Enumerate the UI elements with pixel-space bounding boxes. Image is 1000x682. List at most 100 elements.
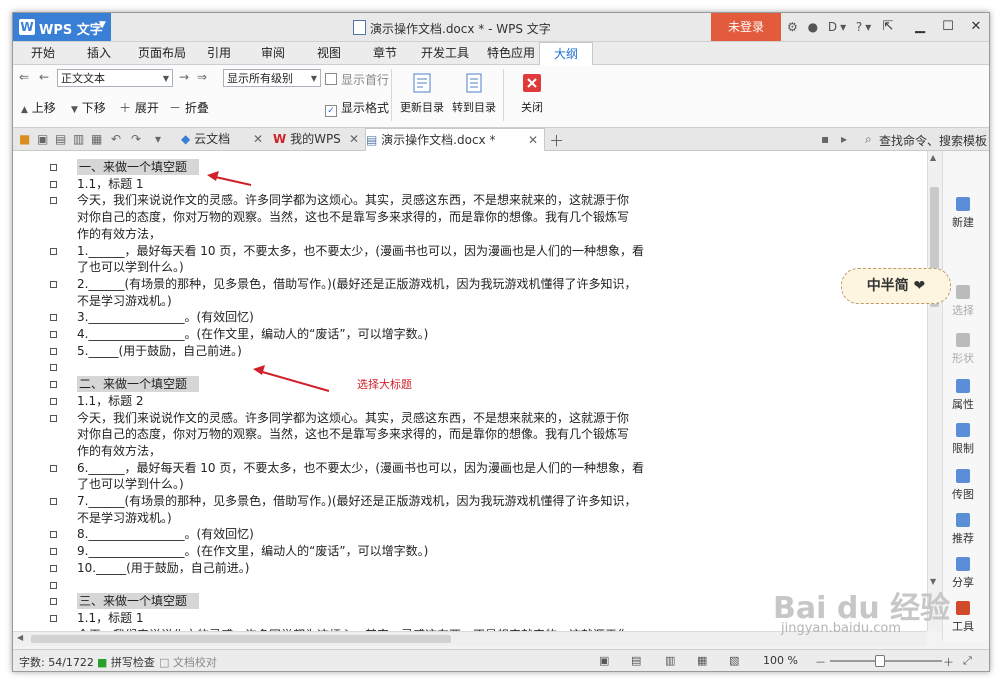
vertical-scrollbar[interactable]: ▲ ▼ (927, 151, 942, 631)
move-down-label: 下移 (81, 101, 106, 115)
side-new-label: 新建 (952, 216, 974, 229)
comment-icon[interactable]: ▪ (821, 132, 829, 146)
annotation-text: 选择大标题 (357, 378, 412, 391)
recommend-icon (956, 513, 970, 527)
word-count[interactable]: 字数: 54/1722 (19, 654, 94, 670)
promote-icon[interactable]: ← (39, 70, 49, 84)
new-file-icon (956, 197, 970, 211)
view-outline-icon[interactable]: ▥ (665, 654, 675, 667)
show-level-select[interactable]: 显示所有级别 ▼ (223, 69, 321, 87)
update-toc-label: 更新目录 (400, 101, 444, 114)
tab-current-document[interactable]: ▤ 演示操作文档.docx * ✕ (365, 128, 545, 151)
maximize-button[interactable]: ☐ (935, 13, 961, 41)
zoom-slider-knob[interactable] (875, 655, 885, 667)
menu-developer[interactable]: 开发工具 (417, 42, 473, 64)
side-new[interactable]: 新建 (943, 197, 983, 230)
app-name: WPS 文字 (39, 23, 103, 38)
goto-toc-label: 转到目录 (452, 101, 496, 114)
close-tab-icon[interactable]: ✕ (253, 128, 263, 150)
redo-icon[interactable]: ↷ (131, 132, 141, 146)
zoom-slider[interactable] (830, 660, 942, 662)
new-tab-icon[interactable]: ＋ (549, 130, 564, 151)
side-recommend[interactable]: 推荐 (943, 513, 983, 546)
goto-toc-button[interactable]: 转到目录 (449, 69, 499, 123)
export-icon[interactable]: ▤ (55, 132, 66, 146)
open-folder-icon[interactable]: ■ (19, 132, 30, 146)
side-properties-label: 属性 (952, 398, 974, 411)
shape-icon (956, 333, 970, 347)
move-up-button[interactable]: ▲ 上移 (21, 99, 56, 116)
login-button[interactable]: 未登录 (711, 13, 781, 41)
doc-check-indicator: □ (159, 656, 170, 669)
chevron-down-icon[interactable]: ▾ (155, 132, 161, 146)
show-level-value: 显示所有级别 (227, 72, 293, 85)
menu-start[interactable]: 开始 (21, 42, 65, 64)
horizontal-scroll-thumb[interactable] (31, 635, 451, 643)
title-toolbar-icons[interactable]: ⚙ ● D▾ ?▾ (787, 20, 874, 34)
scroll-left-icon[interactable]: ◀ (17, 633, 23, 642)
close-label: 关闭 (521, 101, 543, 114)
tab-cloud-docs[interactable]: ◆ 云文档 ✕ (181, 128, 269, 150)
update-toc-icon (413, 73, 431, 93)
zoom-level[interactable]: 100 % (763, 654, 798, 667)
menu-view[interactable]: 视图 (309, 42, 349, 64)
window-title-text: 演示操作文档.docx * - WPS 文字 (370, 22, 551, 36)
zoom-in-icon[interactable]: ＋ (943, 654, 954, 670)
demote-to-body-icon[interactable]: ⇒ (197, 70, 207, 84)
search-box[interactable]: 查找命令、搜索模板 (879, 132, 987, 149)
update-toc-button[interactable]: 更新目录 (397, 69, 447, 123)
menu-reference[interactable]: 引用 (199, 42, 239, 64)
show-format-checkbox[interactable]: ✓ 显示格式 (325, 99, 389, 117)
show-format-label: 显示格式 (341, 101, 390, 115)
undo-icon[interactable]: ↶ (111, 132, 121, 146)
save-icon[interactable]: ▣ (37, 132, 48, 146)
minimize-button[interactable]: ▁ (907, 13, 933, 41)
promote-to-top-icon[interactable]: ⇐ (19, 70, 29, 84)
menu-features[interactable]: 特色应用 (481, 42, 541, 64)
collapse-label: 折叠 (184, 101, 209, 115)
menu-review[interactable]: 审阅 (253, 42, 293, 64)
close-window-button[interactable]: ✕ (963, 13, 989, 41)
view-reading-icon[interactable]: ▧ (729, 654, 739, 667)
wps-menu-button[interactable]: W WPS 文字 ▼ (13, 13, 111, 41)
menu-chapter[interactable]: 章节 (365, 42, 405, 64)
minus-icon: － (169, 101, 182, 115)
side-shape[interactable]: 形状 (943, 333, 983, 366)
triangle-down-icon: ▼ (71, 105, 78, 115)
menu-outline[interactable]: 大纲 (539, 42, 593, 66)
spell-check-toggle[interactable]: ■ 拼写检查 (97, 654, 155, 670)
tab-my-wps[interactable]: W 我的WPS ✕ (273, 128, 365, 150)
side-upload-image[interactable]: 传图 (943, 469, 983, 502)
expand-button[interactable]: ＋ 展开 (119, 99, 159, 116)
restore-icon[interactable]: ⇱ (875, 13, 901, 41)
side-share-label: 分享 (952, 576, 974, 589)
scroll-up-icon[interactable]: ▲ (930, 153, 936, 162)
menu-insert[interactable]: 插入 (77, 42, 121, 64)
side-panel: 新建 选择 形状 属性 限制 传图 推荐 分享 工具 (942, 151, 989, 641)
show-first-line-checkbox[interactable]: 显示首行 (325, 71, 389, 88)
outline-level-select[interactable]: 正文文本 ▼ (57, 69, 173, 87)
collapse-button[interactable]: － 折叠 (169, 99, 209, 116)
doc-check-toggle[interactable]: □ 文档校对 (159, 654, 217, 670)
move-down-button[interactable]: ▼ 下移 (71, 99, 106, 116)
close-tab-icon[interactable]: ✕ (349, 128, 359, 150)
demote-icon[interactable]: → (179, 70, 189, 84)
side-restrict[interactable]: 限制 (943, 423, 983, 456)
close-outline-button[interactable]: 关闭 (507, 69, 557, 123)
menu-page-layout[interactable]: 页面布局 (131, 42, 193, 64)
flag-icon[interactable]: ▸ (841, 132, 847, 146)
print-icon[interactable]: ▥ (73, 132, 84, 146)
zoom-out-icon[interactable]: － (815, 654, 826, 670)
window-title: 演示操作文档.docx * - WPS 文字 (353, 20, 551, 37)
view-full-screen-icon[interactable]: ▣ (599, 654, 609, 667)
close-tab-icon[interactable]: ✕ (528, 129, 538, 151)
wps-window: W WPS 文字 ▼ 演示操作文档.docx * - WPS 文字 未登录 ⚙ … (12, 12, 990, 672)
view-page-icon[interactable]: ▤ (631, 654, 641, 667)
tab-current-document-label: 演示操作文档.docx * (381, 133, 496, 147)
toolbox-icon (956, 601, 970, 615)
view-web-icon[interactable]: ▦ (697, 654, 707, 667)
side-properties[interactable]: 属性 (943, 379, 983, 412)
arrow-to-first-heading (207, 171, 252, 186)
fit-window-icon[interactable]: ⤢ (963, 654, 972, 668)
preview-icon[interactable]: ▦ (91, 132, 102, 146)
